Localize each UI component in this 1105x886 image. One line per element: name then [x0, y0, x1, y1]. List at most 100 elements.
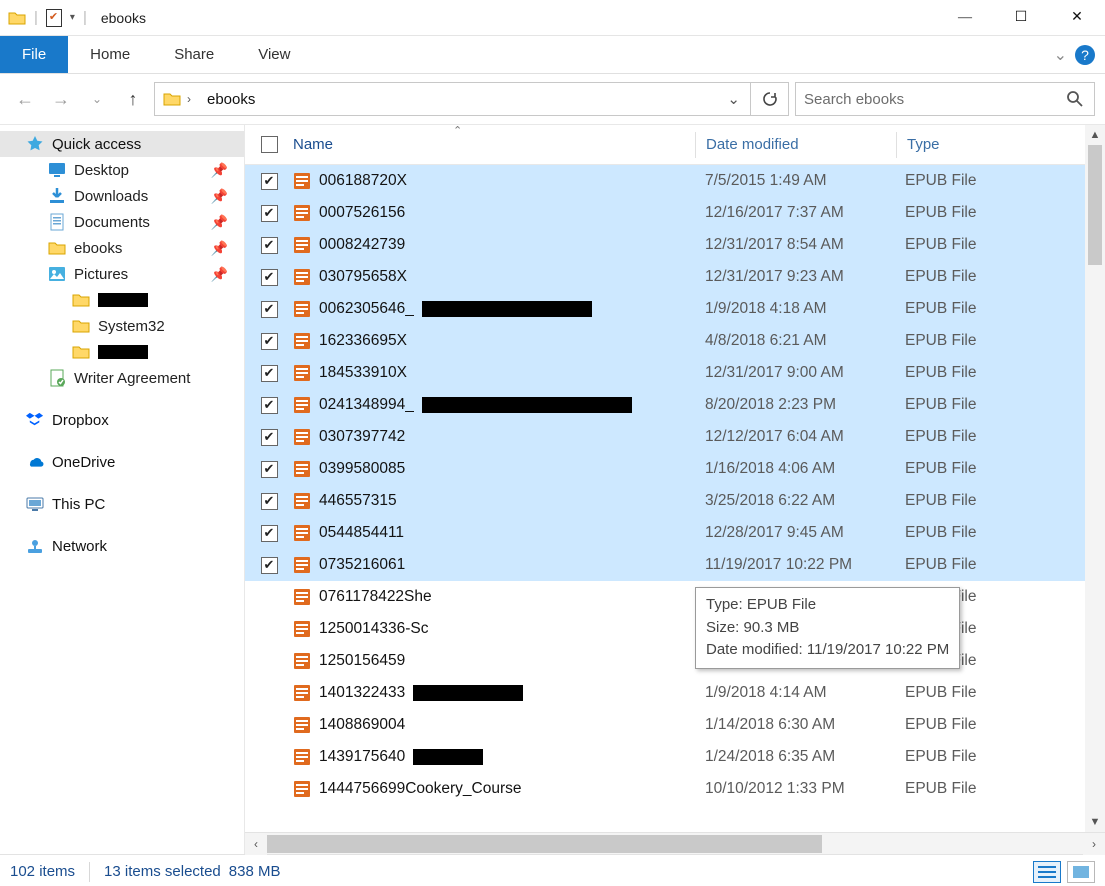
maximize-button[interactable]: ☐ [993, 0, 1049, 36]
scroll-up-icon[interactable]: ▲ [1085, 125, 1105, 145]
scroll-thumb[interactable] [267, 835, 822, 853]
file-type: EPUB File [895, 780, 1075, 798]
sidebar-item-ebooks[interactable]: ebooks 📌 [0, 235, 244, 261]
table-row[interactable]: 1439175640 1/24/2018 6:35 AM EPUB File [245, 741, 1105, 773]
column-name[interactable]: ⌃ Name [293, 136, 695, 153]
table-row[interactable]: 1401322433 1/9/2018 4:14 AM EPUB File [245, 677, 1105, 709]
file-name: 0241348994_ [319, 396, 414, 414]
ribbon-collapse-icon[interactable]: ⌄ [1054, 45, 1067, 65]
scroll-right-icon[interactable]: › [1083, 833, 1105, 855]
row-checkbox[interactable]: ✔ [261, 557, 278, 574]
up-button[interactable]: ↑ [118, 84, 148, 114]
sidebar-item-recent[interactable]: System32 [0, 313, 244, 339]
table-row[interactable]: 1250156459 2017 12:41 PM EPUB File [245, 645, 1105, 677]
save-icon[interactable] [46, 9, 62, 27]
tab-view[interactable]: View [236, 36, 312, 73]
row-checkbox[interactable]: ✔ [261, 365, 278, 382]
table-row[interactable]: ✔ 0399580085 1/16/2018 4:06 AM EPUB File [245, 453, 1105, 485]
table-row[interactable]: ✔ 0307397742 12/12/2017 6:04 AM EPUB Fil… [245, 421, 1105, 453]
table-row[interactable]: ✔ 0544854411 12/28/2017 9:45 AM EPUB Fil… [245, 517, 1105, 549]
row-checkbox[interactable]: ✔ [261, 461, 278, 478]
file-name: 184533910X [319, 364, 407, 382]
folder-icon [8, 9, 26, 27]
table-row[interactable]: ✔ 0008242739 12/31/2017 8:54 AM EPUB Fil… [245, 229, 1105, 261]
tab-home[interactable]: Home [68, 36, 152, 73]
qat-caret-icon[interactable]: ▾ [70, 12, 75, 23]
table-row[interactable]: ✔ 0735216061 11/19/2017 10:22 PM EPUB Fi… [245, 549, 1105, 581]
scroll-left-icon[interactable]: ‹ [245, 833, 267, 855]
sidebar-item-desktop[interactable]: Desktop 📌 [0, 157, 244, 183]
file-type: EPUB File [895, 556, 1075, 574]
column-date[interactable]: Date modified [696, 136, 896, 153]
sidebar-item-dropbox[interactable]: Dropbox [0, 407, 244, 433]
table-row[interactable]: 0761178422She /2017 11:42 AM EPUB File [245, 581, 1105, 613]
sidebar-item-recent[interactable] [0, 339, 244, 365]
row-checkbox[interactable]: ✔ [261, 493, 278, 510]
pin-icon: 📌 [211, 188, 228, 205]
row-checkbox[interactable]: ✔ [261, 301, 278, 318]
sidebar-item-onedrive[interactable]: OneDrive [0, 449, 244, 475]
row-checkbox[interactable]: ✔ [261, 397, 278, 414]
view-thumbnails-button[interactable] [1067, 861, 1095, 883]
vertical-scrollbar[interactable]: ▲ ▼ [1085, 125, 1105, 832]
sidebar-item-writer-agreement[interactable]: Writer Agreement [0, 365, 244, 391]
table-row[interactable]: ✔ 006188720X 7/5/2015 1:49 AM EPUB File [245, 165, 1105, 197]
row-checkbox[interactable]: ✔ [261, 429, 278, 446]
sidebar-item-network[interactable]: Network [0, 533, 244, 559]
row-checkbox[interactable]: ✔ [261, 237, 278, 254]
table-row[interactable]: 1250014336-Sc /2013 8:24 PM EPUB File [245, 613, 1105, 645]
row-checkbox[interactable]: ✔ [261, 525, 278, 542]
row-checkbox[interactable]: ✔ [261, 333, 278, 350]
horizontal-scrollbar[interactable]: ‹ › [245, 832, 1105, 854]
forward-button[interactable]: → [46, 84, 76, 114]
search-input[interactable]: Search ebooks [795, 82, 1095, 116]
titlebar-divider: | [34, 9, 38, 26]
scroll-down-icon[interactable]: ▼ [1085, 812, 1105, 832]
epub-file-icon [293, 556, 311, 574]
file-type: EPUB File [895, 684, 1075, 702]
file-date: 12/31/2017 8:54 AM [695, 236, 895, 254]
view-details-button[interactable] [1033, 861, 1061, 883]
address-segment[interactable]: ebooks [207, 91, 255, 108]
table-row[interactable]: ✔ 0241348994_ 8/20/2018 2:23 PM EPUB Fil… [245, 389, 1105, 421]
column-type[interactable]: Type [897, 136, 1077, 153]
sidebar-item-documents[interactable]: Documents 📌 [0, 209, 244, 235]
minimize-button[interactable]: — [937, 0, 993, 36]
sidebar-item-downloads[interactable]: Downloads 📌 [0, 183, 244, 209]
history-dropdown[interactable]: ⌄ [82, 84, 112, 114]
window-title: ebooks [101, 10, 146, 26]
table-row[interactable]: ✔ 162336695X 4/8/2018 6:21 AM EPUB File [245, 325, 1105, 357]
table-row[interactable]: 1408869004 1/14/2018 6:30 AM EPUB File [245, 709, 1105, 741]
table-row[interactable]: ✔ 030795658X 12/31/2017 9:23 AM EPUB Fil… [245, 261, 1105, 293]
close-button[interactable]: ✕ [1049, 0, 1105, 36]
select-all-checkbox[interactable] [261, 136, 278, 153]
sidebar-label: Desktop [74, 162, 129, 179]
redacted-text [422, 397, 632, 413]
scroll-thumb[interactable] [1088, 145, 1102, 265]
chevron-right-icon[interactable]: › [187, 92, 191, 106]
sidebar-item-this-pc[interactable]: This PC [0, 491, 244, 517]
table-row[interactable]: ✔ 446557315 3/25/2018 6:22 AM EPUB File [245, 485, 1105, 517]
row-checkbox[interactable]: ✔ [261, 269, 278, 286]
row-checkbox[interactable]: ✔ [261, 173, 278, 190]
tab-file[interactable]: File [0, 36, 68, 73]
tooltip-line: Type: EPUB File [706, 594, 949, 617]
epub-file-icon [293, 364, 311, 382]
help-button[interactable]: ? [1075, 45, 1095, 65]
table-row[interactable]: ✔ 0062305646_ 1/9/2018 4:18 AM EPUB File [245, 293, 1105, 325]
file-date: 11/19/2017 10:22 PM [695, 556, 895, 574]
file-name: 006188720X [319, 172, 407, 190]
sidebar-label: Downloads [74, 188, 148, 205]
sidebar-item-recent[interactable] [0, 287, 244, 313]
refresh-button[interactable] [750, 83, 788, 115]
table-row[interactable]: 1444756699Cookery_Course 10/10/2012 1:33… [245, 773, 1105, 805]
table-row[interactable]: ✔ 184533910X 12/31/2017 9:00 AM EPUB Fil… [245, 357, 1105, 389]
table-row[interactable]: ✔ 0007526156 12/16/2017 7:37 AM EPUB Fil… [245, 197, 1105, 229]
row-checkbox[interactable]: ✔ [261, 205, 278, 222]
tab-share[interactable]: Share [152, 36, 236, 73]
back-button[interactable]: ← [10, 84, 40, 114]
sidebar-quick-access[interactable]: Quick access [0, 131, 244, 157]
sidebar-item-pictures[interactable]: Pictures 📌 [0, 261, 244, 287]
address-bar[interactable]: › ebooks ⌄ [154, 82, 789, 116]
address-dropdown-icon[interactable]: ⌄ [717, 90, 750, 108]
